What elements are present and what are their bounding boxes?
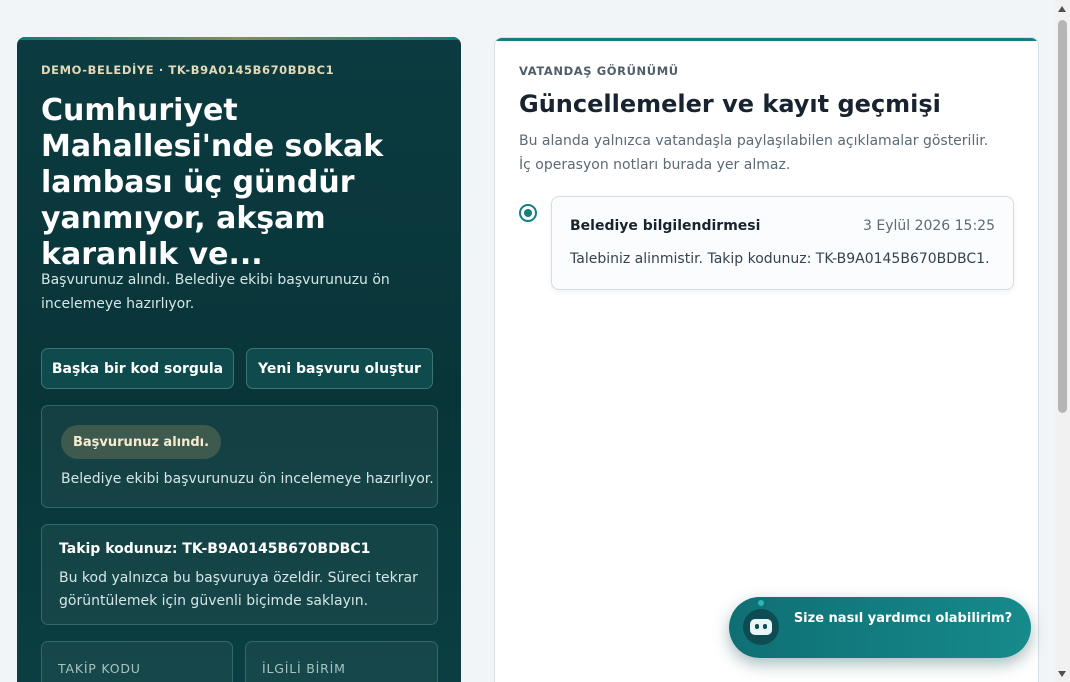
chat-assistant-label: Size nasıl yardımcı olabilirim? [793, 611, 1013, 626]
status-description: Belediye ekibi başvurunuzu ön incelemeye… [61, 471, 434, 487]
citizen-view-eyebrow: VATANDAŞ GÖRÜNÜMÜ [519, 64, 679, 78]
new-application-button[interactable]: Yeni başvuru oluştur [246, 348, 433, 389]
timeline-entry: Belediye bilgilendirmesi 3 Eylül 2026 15… [551, 196, 1014, 290]
application-summary-card: DEMO-BELEDİYE · TK-B9A0145B670BDBC1 Cumh… [17, 37, 461, 682]
updates-title: Güncellemeler ve kayıt geçmişi [519, 90, 941, 118]
chat-assistant-button[interactable]: Size nasıl yardımcı olabilirim? [729, 597, 1031, 658]
application-title: Cumhuriyet Mahallesi'nde sokak lambası ü… [41, 93, 384, 272]
entry-body: Talebiniz alinmistir. Takip kodunuz: TK-… [570, 251, 990, 267]
entry-title: Belediye bilgilendirmesi [570, 218, 761, 234]
tracking-code-panel: Takip kodunuz: TK-B9A0145B670BDBC1 Bu ko… [41, 524, 438, 625]
status-panel: Başvurunuz alındı. Belediye ekibi başvur… [41, 405, 438, 508]
scroll-up-arrow-icon[interactable] [1058, 6, 1066, 12]
unit-meta-label: İLGİLİ BİRİM [262, 661, 346, 676]
robot-icon [743, 609, 779, 645]
tracking-code-title: Takip kodunuz: TK-B9A0145B670BDBC1 [59, 541, 371, 557]
entry-date: 3 Eylül 2026 15:25 [862, 218, 995, 234]
page-scrollbar[interactable] [1055, 0, 1070, 682]
tracking-code-meta-label: TAKİP KODU [58, 661, 141, 676]
robot-antenna-icon [758, 600, 764, 606]
status-badge: Başvurunuz alındı. [61, 425, 222, 459]
application-intro: Başvurunuz alındı. Belediye ekibi başvur… [41, 272, 390, 312]
scroll-down-arrow-icon[interactable] [1058, 671, 1066, 677]
scroll-thumb[interactable] [1058, 20, 1067, 413]
tracking-code-meta-card: TAKİP KODU [41, 641, 233, 682]
query-other-code-button[interactable]: Başka bir kod sorgula [41, 348, 234, 389]
timeline-dot-icon [519, 204, 537, 222]
updates-description: Bu alanda yalnızca vatandaşla paylaşılab… [519, 133, 989, 173]
tracking-code-description: Bu kod yalnızca bu başvuruya özeldir. Sü… [59, 570, 418, 609]
municipality-eyebrow: DEMO-BELEDİYE · TK-B9A0145B670BDBC1 [41, 63, 335, 77]
unit-meta-card: İLGİLİ BİRİM [245, 641, 438, 682]
updates-history-card: VATANDAŞ GÖRÜNÜMÜ Güncellemeler ve kayıt… [494, 37, 1039, 682]
